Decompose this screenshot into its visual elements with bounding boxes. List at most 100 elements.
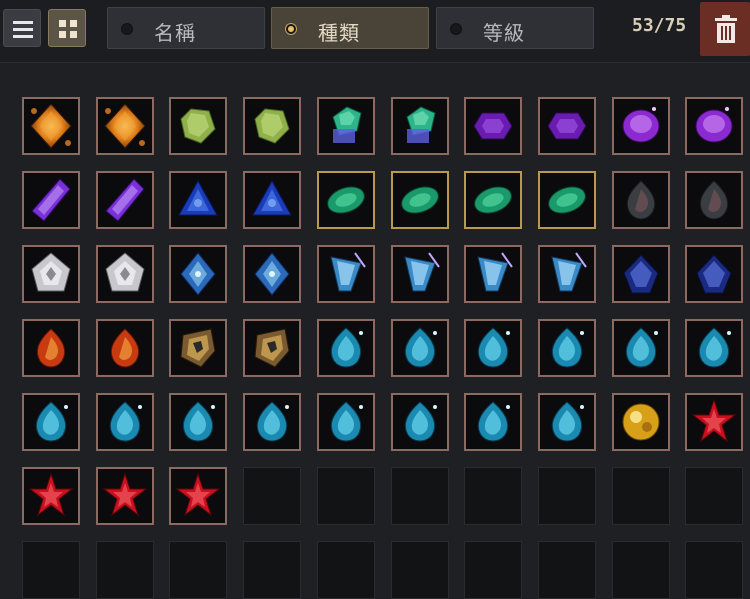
inventory-slot[interactable]: [317, 319, 375, 377]
inventory-slot[interactable]: [464, 393, 522, 451]
ice-crystal-icon: [551, 252, 587, 292]
amber-diamond-icon: [30, 103, 72, 149]
inventory-slot[interactable]: [169, 97, 227, 155]
empty-inventory-slot[interactable]: [612, 467, 670, 525]
inventory-slot[interactable]: [391, 171, 449, 229]
inventory-slot[interactable]: [243, 245, 301, 303]
inventory-slot[interactable]: [22, 467, 80, 525]
inventory-slot[interactable]: [391, 319, 449, 377]
inventory-slot[interactable]: [317, 171, 375, 229]
empty-inventory-slot[interactable]: [464, 467, 522, 525]
emerald-marquise-icon: [548, 186, 586, 214]
list-view-button[interactable]: [3, 9, 41, 47]
inventory-slot[interactable]: [22, 245, 80, 303]
aqua-teardrop-icon: [404, 401, 437, 442]
empty-inventory-slot[interactable]: [243, 467, 301, 525]
inventory-slot[interactable]: [22, 97, 80, 155]
ruby-star-icon: [102, 472, 148, 517]
inventory-slot[interactable]: [538, 319, 596, 377]
inventory-slot[interactable]: [22, 171, 80, 229]
inventory-slot[interactable]: [538, 171, 596, 229]
inventory-slot[interactable]: [538, 97, 596, 155]
inventory-slot[interactable]: [317, 97, 375, 155]
inventory-slot[interactable]: [391, 393, 449, 451]
aqua-teardrop-icon: [330, 401, 363, 442]
empty-inventory-slot[interactable]: [538, 541, 596, 599]
amber-diamond-icon: [104, 103, 146, 149]
inventory-slot[interactable]: [169, 171, 227, 229]
empty-inventory-slot[interactable]: [96, 541, 154, 599]
inventory-slot[interactable]: [391, 245, 449, 303]
inventory-slot[interactable]: [612, 393, 670, 451]
inventory-slot[interactable]: [243, 97, 301, 155]
inventory-slot[interactable]: [612, 171, 670, 229]
empty-inventory-slot[interactable]: [391, 541, 449, 599]
inventory-slot[interactable]: [169, 245, 227, 303]
sort-tab-type[interactable]: 種類: [271, 7, 429, 49]
sort-tab-label: 種類: [318, 21, 360, 45]
list-icon: [13, 21, 33, 38]
inventory-slot[interactable]: [538, 245, 596, 303]
inventory-slot[interactable]: [685, 97, 743, 155]
empty-inventory-slot[interactable]: [22, 541, 80, 599]
inventory-slot[interactable]: [96, 319, 154, 377]
ice-crystal-icon: [477, 252, 513, 292]
inventory-slot[interactable]: [685, 319, 743, 377]
inventory-slot[interactable]: [243, 393, 301, 451]
inventory-slot[interactable]: [96, 245, 154, 303]
empty-inventory-slot[interactable]: [317, 541, 375, 599]
inventory-slot[interactable]: [22, 319, 80, 377]
inventory-slot[interactable]: [538, 393, 596, 451]
empty-inventory-slot[interactable]: [169, 541, 227, 599]
emerald-marquise-icon: [327, 186, 365, 214]
inventory-slot[interactable]: [612, 245, 670, 303]
inventory-slot[interactable]: [612, 319, 670, 377]
green-peridot-icon: [254, 108, 290, 144]
violet-hexagon-icon: [473, 112, 513, 140]
grid-view-button[interactable]: [48, 9, 86, 47]
inventory-slot[interactable]: [96, 467, 154, 525]
violet-hexagon-icon: [547, 112, 587, 140]
empty-inventory-slot[interactable]: [612, 541, 670, 599]
aqua-teardrop-icon: [551, 401, 584, 442]
inventory-slot[interactable]: [22, 393, 80, 451]
empty-inventory-slot[interactable]: [464, 541, 522, 599]
empty-inventory-slot[interactable]: [243, 541, 301, 599]
inventory-slot[interactable]: [169, 467, 227, 525]
empty-inventory-slot[interactable]: [391, 467, 449, 525]
radio-dot: [121, 23, 133, 35]
sort-tab-grade[interactable]: 等級: [436, 7, 594, 49]
inventory-slot[interactable]: [96, 171, 154, 229]
navy-crystal-icon: [696, 254, 732, 294]
inventory-slot[interactable]: [685, 393, 743, 451]
inventory-slot[interactable]: [464, 97, 522, 155]
inventory-slot[interactable]: [685, 245, 743, 303]
emerald-marquise-icon: [401, 186, 439, 214]
smoky-teardrop-icon: [699, 180, 729, 220]
inventory-slot[interactable]: [317, 393, 375, 451]
inventory-slot[interactable]: [96, 393, 154, 451]
empty-inventory-slot[interactable]: [685, 467, 743, 525]
inventory-slot[interactable]: [464, 245, 522, 303]
inventory-slot[interactable]: [243, 319, 301, 377]
inventory-slot[interactable]: [96, 97, 154, 155]
sort-tab-name[interactable]: 名稱: [107, 7, 265, 49]
empty-inventory-slot[interactable]: [317, 467, 375, 525]
navy-crystal-icon: [623, 254, 659, 294]
inventory-slot[interactable]: [169, 319, 227, 377]
inventory-slot[interactable]: [685, 171, 743, 229]
fire-teardrop-icon: [110, 328, 140, 368]
inventory-slot[interactable]: [391, 97, 449, 155]
aqua-teardrop-icon: [256, 401, 289, 442]
amethyst-shard-icon: [105, 178, 145, 222]
empty-inventory-slot[interactable]: [685, 541, 743, 599]
inventory-slot[interactable]: [243, 171, 301, 229]
inventory-slot[interactable]: [464, 171, 522, 229]
empty-inventory-slot[interactable]: [538, 467, 596, 525]
inventory-slot[interactable]: [317, 245, 375, 303]
inventory-slot[interactable]: [169, 393, 227, 451]
inventory-slot[interactable]: [464, 319, 522, 377]
inventory-slot[interactable]: [612, 97, 670, 155]
delete-button[interactable]: [700, 2, 750, 56]
smoky-teardrop-icon: [626, 180, 656, 220]
